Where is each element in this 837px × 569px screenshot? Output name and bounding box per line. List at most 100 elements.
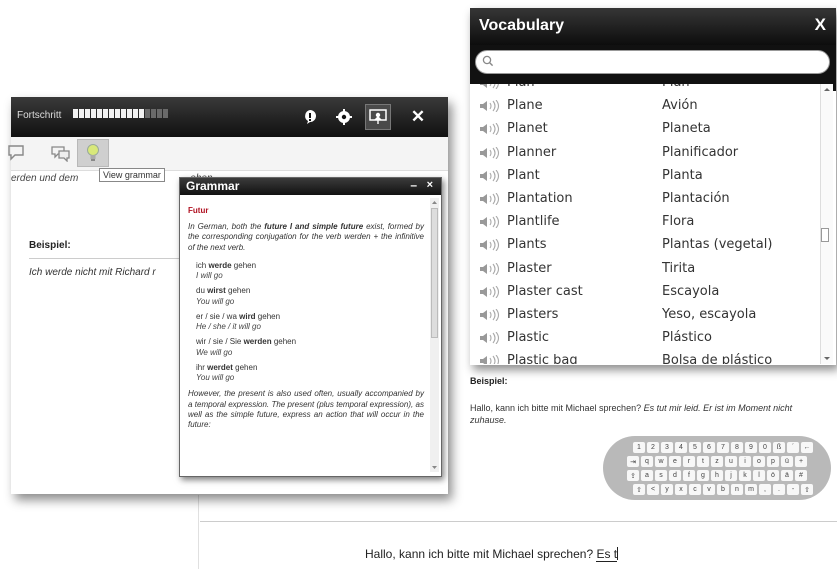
- keyboard-key[interactable]: j: [725, 470, 737, 481]
- vocabulary-row[interactable]: Plaster Tirita: [470, 257, 820, 280]
- speaker-icon[interactable]: [479, 100, 501, 113]
- keyboard-key[interactable]: ä: [781, 470, 793, 481]
- vocabulary-row[interactable]: Plantlife Flora: [470, 210, 820, 233]
- keyboard-key[interactable]: q: [641, 456, 653, 467]
- speaker-icon[interactable]: [479, 262, 501, 275]
- keyboard-key[interactable]: a: [641, 470, 653, 481]
- scroll-down-icon[interactable]: [430, 464, 439, 472]
- keyboard-key[interactable]: l: [753, 470, 765, 481]
- keyboard-key[interactable]: m: [745, 484, 757, 495]
- keyboard-key[interactable]: ⇧: [801, 484, 813, 495]
- keyboard-key[interactable]: .: [773, 484, 785, 495]
- speaker-icon[interactable]: [479, 84, 501, 89]
- vocabulary-row[interactable]: Plant Planta: [470, 164, 820, 187]
- vocabulary-row[interactable]: Plantation Plantación: [470, 187, 820, 210]
- keyboard-key[interactable]: u: [725, 456, 737, 467]
- keyboard-key[interactable]: 3: [661, 442, 673, 453]
- grammar-titlebar[interactable]: Grammar – ×: [180, 178, 441, 195]
- grammar-scroll-thumb[interactable]: [431, 208, 438, 338]
- keyboard-key[interactable]: 5: [689, 442, 701, 453]
- keyboard-key[interactable]: ,: [759, 484, 771, 495]
- info-button[interactable]: [297, 104, 323, 130]
- vocabulary-scroll-thumb[interactable]: [821, 228, 829, 242]
- vocabulary-row[interactable]: Plan Plan: [470, 84, 820, 94]
- keyboard-key[interactable]: w: [655, 456, 667, 467]
- keyboard-key[interactable]: h: [711, 470, 723, 481]
- keyboard-key[interactable]: ´: [787, 442, 799, 453]
- keyboard-key[interactable]: ⇥: [627, 456, 639, 467]
- speaker-icon[interactable]: [479, 169, 501, 182]
- vocabulary-row[interactable]: Planet Planeta: [470, 117, 820, 140]
- keyboard-key[interactable]: n: [731, 484, 743, 495]
- speaker-icon[interactable]: [479, 193, 501, 205]
- keyboard-key[interactable]: y: [661, 484, 673, 495]
- keyboard-key[interactable]: s: [655, 470, 667, 481]
- speaker-icon[interactable]: [479, 332, 501, 345]
- keyboard-key[interactable]: ö: [767, 470, 779, 481]
- settings-button[interactable]: [331, 104, 357, 130]
- vocabulary-row[interactable]: Plastic Plástico: [470, 326, 820, 349]
- keyboard-key[interactable]: ←: [801, 442, 813, 453]
- keyboard-key[interactable]: ⇪: [627, 470, 639, 481]
- scroll-up-icon[interactable]: [821, 84, 833, 94]
- keyboard-key[interactable]: 8: [731, 442, 743, 453]
- speaker-icon[interactable]: [479, 285, 501, 298]
- keyboard-key[interactable]: p: [767, 456, 779, 467]
- speech-tool-button[interactable]: [1, 139, 33, 167]
- vocabulary-row[interactable]: Plaster cast Escayola: [470, 280, 820, 303]
- vocabulary-row[interactable]: Plasters Yeso, escayola: [470, 303, 820, 326]
- scroll-up-icon[interactable]: [430, 198, 439, 206]
- keyboard-key[interactable]: 2: [647, 442, 659, 453]
- vocabulary-row[interactable]: Plastic bag Bolsa de plástico: [470, 349, 820, 364]
- lesson-close-button[interactable]: ✕: [405, 104, 431, 130]
- keyboard-key[interactable]: c: [689, 484, 701, 495]
- chat-tool-button[interactable]: [45, 139, 77, 167]
- conjugation-infinitive: gehen: [255, 311, 281, 321]
- speaker-icon[interactable]: [479, 355, 501, 364]
- keyboard-key[interactable]: 1: [633, 442, 645, 453]
- presentation-button[interactable]: [365, 104, 391, 130]
- keyboard-key[interactable]: x: [675, 484, 687, 495]
- keyboard-key[interactable]: r: [683, 456, 695, 467]
- keyboard-key[interactable]: 7: [717, 442, 729, 453]
- speaker-icon[interactable]: [479, 146, 501, 159]
- keyboard-key[interactable]: +: [795, 456, 807, 467]
- keyboard-key[interactable]: 0: [759, 442, 771, 453]
- keyboard-key[interactable]: ß: [773, 442, 785, 453]
- keyboard-key[interactable]: o: [753, 456, 765, 467]
- scroll-down-icon[interactable]: [821, 354, 833, 364]
- keyboard-key[interactable]: 6: [703, 442, 715, 453]
- keyboard-key[interactable]: ü: [781, 456, 793, 467]
- keyboard-key[interactable]: b: [717, 484, 729, 495]
- grammar-close-button[interactable]: ×: [427, 179, 433, 191]
- keyboard-key[interactable]: e: [669, 456, 681, 467]
- vocabulary-close-button[interactable]: X: [815, 15, 826, 35]
- vocabulary-row[interactable]: Plants Plantas (vegetal): [470, 233, 820, 256]
- keyboard-key[interactable]: k: [739, 470, 751, 481]
- keyboard-key[interactable]: z: [711, 456, 723, 467]
- answer-line[interactable]: Hallo, kann ich bitte mit Michael sprech…: [365, 547, 619, 562]
- vocabulary-search-input[interactable]: [475, 50, 830, 74]
- keyboard-key[interactable]: i: [739, 456, 751, 467]
- keyboard-key[interactable]: -: [787, 484, 799, 495]
- keyboard-key[interactable]: 4: [675, 442, 687, 453]
- keyboard-key[interactable]: 9: [745, 442, 757, 453]
- keyboard-key[interactable]: ⇧: [633, 484, 645, 495]
- keyboard-key[interactable]: <: [647, 484, 659, 495]
- speaker-icon[interactable]: [479, 309, 501, 321]
- vocabulary-scrollbar[interactable]: [820, 84, 833, 364]
- vocabulary-row[interactable]: Plane Avión: [470, 94, 820, 117]
- keyboard-key[interactable]: f: [683, 470, 695, 481]
- keyboard-key[interactable]: g: [697, 470, 709, 481]
- speaker-icon[interactable]: [479, 216, 501, 229]
- grammar-tool-button[interactable]: [77, 139, 109, 167]
- grammar-minimize-button[interactable]: –: [410, 178, 417, 192]
- keyboard-key[interactable]: d: [669, 470, 681, 481]
- speaker-icon[interactable]: [479, 239, 501, 252]
- keyboard-key[interactable]: #: [795, 470, 807, 481]
- keyboard-key[interactable]: t: [697, 456, 709, 467]
- speaker-icon[interactable]: [479, 123, 501, 136]
- answer-input[interactable]: Es t: [596, 547, 618, 562]
- vocabulary-row[interactable]: Planner Planificador: [470, 141, 820, 164]
- keyboard-key[interactable]: v: [703, 484, 715, 495]
